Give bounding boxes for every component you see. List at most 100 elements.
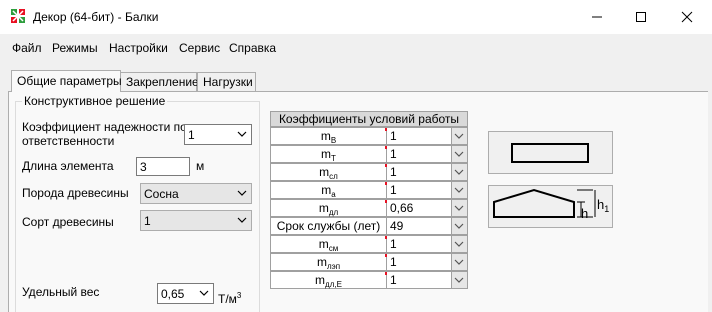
h1-label: h1 [597, 197, 609, 214]
coef-label-base: m [321, 147, 332, 161]
menu-modes[interactable]: Режимы [52, 41, 98, 55]
coef-label-sub: дл [328, 208, 339, 217]
reliability-label: Коэффициент надежности по ответственност… [22, 120, 187, 148]
chevron-down-icon [454, 151, 464, 157]
group-title: Конструктивное решение [22, 94, 168, 108]
coef-value-input[interactable]: 1 [387, 163, 452, 181]
rectangular-section-button[interactable] [488, 131, 613, 174]
coef-dropdown-button[interactable] [452, 163, 468, 181]
menu-help[interactable]: Справка [229, 41, 276, 55]
chevron-down-icon [454, 133, 464, 139]
coef-label: mдл [270, 199, 388, 217]
table-row: mсл 1 [270, 163, 468, 181]
coef-dropdown-button[interactable] [452, 253, 468, 271]
chevron-down-icon [454, 205, 464, 211]
coef-value-input[interactable]: 0,66 [387, 199, 452, 217]
coef-label-base: Срок службы (лет) [276, 219, 381, 233]
h1-label-sub: 1 [604, 204, 610, 214]
coef-dropdown-button[interactable] [452, 235, 468, 253]
table-row: Срок службы (лет) 49 [270, 217, 468, 235]
grade-label: Сорт древесины [22, 215, 114, 229]
coef-dropdown-button[interactable] [452, 127, 468, 145]
maximize-button[interactable] [618, 0, 664, 34]
table-row: mВ 1 [270, 127, 468, 145]
length-unit: м [196, 159, 205, 173]
gable-section-button[interactable] [488, 185, 613, 228]
coef-label: mсл [270, 163, 388, 181]
coef-label-base: m [321, 183, 332, 197]
coef-label: Срок службы (лет) [270, 217, 387, 235]
coef-label-sub: Т [331, 154, 336, 163]
coef-label: mТ [270, 145, 388, 163]
menu-settings[interactable]: Настройки [109, 41, 168, 55]
menu-service[interactable]: Сервис [179, 41, 220, 55]
tab-loads[interactable]: Нагрузки [197, 72, 256, 91]
coef-label-sub: дл,Е [325, 280, 342, 289]
wood-label: Порода древесины [22, 186, 129, 200]
minimize-button[interactable] [574, 0, 620, 34]
gable-section-icon [493, 188, 596, 218]
reliability-select[interactable]: 1 [184, 124, 252, 145]
close-button[interactable] [664, 0, 710, 34]
weight-select[interactable]: 0,65 [157, 283, 214, 304]
coef-label: mВ [270, 127, 388, 145]
grade-value: 1 [144, 213, 151, 228]
chevron-down-icon [454, 241, 464, 247]
reliability-label-line2: ответственности [22, 134, 115, 148]
h-label: h [581, 206, 589, 221]
weight-unit: Т/м3 [218, 289, 241, 306]
coef-label-sub: сл [329, 172, 338, 181]
chevron-down-icon [237, 131, 247, 137]
tab-general-params[interactable]: Общие параметры [11, 70, 122, 92]
coef-dropdown-button[interactable] [452, 181, 468, 199]
table-row: mа 1 [270, 181, 468, 199]
coef-dropdown-button[interactable] [452, 145, 468, 163]
table-row: mдл 0,66 [270, 199, 468, 217]
wood-value: Сосна [144, 186, 179, 201]
wood-select[interactable]: Сосна [140, 183, 252, 204]
minimize-icon [592, 16, 602, 18]
coef-value-input[interactable]: 1 [387, 127, 452, 145]
coef-label: mа [270, 181, 388, 199]
coef-value-input[interactable]: 49 [387, 217, 452, 235]
coef-value-input[interactable]: 1 [387, 253, 452, 271]
coef-label-base: m [319, 165, 330, 179]
chevron-down-icon [237, 190, 247, 196]
coef-dropdown-button[interactable] [452, 199, 468, 217]
coef-dropdown-button[interactable] [452, 217, 468, 235]
coef-label-base: m [315, 273, 326, 287]
table-row: mдл,Е 1 [270, 271, 468, 289]
weight-value: 0,65 [161, 286, 185, 301]
weight-label: Удельный вес [22, 285, 100, 299]
weight-unit-base: Т/м [218, 292, 237, 306]
coef-value-input[interactable]: 1 [387, 271, 452, 289]
coef-label-sub: а [331, 190, 336, 199]
coef-value-input[interactable]: 1 [387, 235, 452, 253]
coef-label-sub: лэп [326, 262, 341, 271]
chevron-down-icon [454, 277, 464, 283]
length-label: Длина элемента [22, 159, 114, 173]
coef-label: mлэп [270, 253, 388, 271]
app-icon [11, 9, 25, 23]
rectangle-section-icon [511, 143, 589, 163]
chevron-down-icon [454, 169, 464, 175]
coef-label-sub: В [330, 136, 337, 145]
coef-table-header: Коэффициенты условий работы [270, 111, 468, 127]
reliability-label-line1: Коэффициент надежности по [22, 120, 187, 134]
tab-fixing[interactable]: Закрепление [120, 72, 199, 91]
length-input[interactable]: 3 [136, 157, 190, 176]
coef-label: mдл,Е [270, 271, 388, 289]
grade-select[interactable]: 1 [140, 210, 252, 231]
maximize-icon [636, 12, 646, 22]
coef-value-input[interactable]: 1 [387, 145, 452, 163]
coef-label-base: m [318, 201, 329, 215]
weight-unit-sup: 3 [236, 291, 242, 300]
coef-label-base: m [316, 255, 327, 269]
chevron-down-icon [454, 259, 464, 265]
coef-label-base: m [320, 129, 331, 143]
coef-dropdown-button[interactable] [452, 271, 468, 289]
coef-value-input[interactable]: 1 [387, 181, 452, 199]
window-title: Декор (64-бит) - Балки [33, 10, 159, 24]
menu-file[interactable]: Файл [12, 41, 42, 55]
reliability-value: 1 [188, 127, 195, 142]
